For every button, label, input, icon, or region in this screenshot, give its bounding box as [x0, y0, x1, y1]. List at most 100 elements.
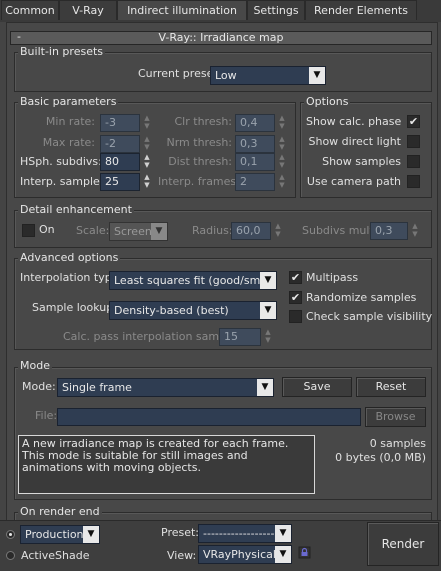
save-button[interactable]: Save — [282, 377, 352, 397]
radius-label: Radius: — [192, 224, 233, 237]
min-rate-field[interactable]: -3 — [100, 114, 140, 132]
subdivs-mult-spinner-icon[interactable]: ▲ ▼ — [410, 222, 420, 240]
detail-enhancement-heading: Detail enhancement — [18, 203, 134, 216]
on-render-end-heading: On render end — [18, 505, 102, 518]
check-sample-visibility-checkbox[interactable] — [289, 310, 302, 323]
render-button[interactable]: Render — [367, 522, 439, 566]
tab-common[interactable]: Common — [1, 0, 59, 20]
file-path-field[interactable] — [57, 408, 361, 426]
interp-samples-spinner-icon[interactable]: ▲ ▼ — [142, 173, 152, 191]
sample-count: 0 samples — [369, 437, 426, 450]
interp-frames-spinner-icon[interactable]: ▲ ▼ — [277, 173, 287, 191]
tab-render-elements[interactable]: Render Elements — [305, 0, 417, 20]
memory-size: 0 bytes (0,0 MB) — [335, 451, 426, 464]
basic-parameters-heading: Basic parameters — [18, 95, 119, 108]
chevron-down-icon[interactable]: ▼ — [260, 302, 276, 319]
interpolation-type-value: Least squares fit (good/smooth — [114, 274, 277, 287]
min-rate-spinner-icon[interactable]: ▲ ▼ — [142, 114, 152, 132]
interp-frames-field[interactable]: 2 — [235, 173, 275, 191]
dist-thresh-label: Dist thresh: — [168, 155, 232, 168]
calc-pass-label: Calc. pass interpolation samples: — [63, 330, 246, 343]
interp-samples-label: Interp. samples: — [20, 175, 110, 188]
check-sample-visibility-label: Check sample visibility — [306, 310, 433, 323]
randomize-samples-label: Randomize samples — [306, 291, 417, 304]
interpolation-type-label: Interpolation type: — [20, 271, 123, 284]
calc-pass-field[interactable]: 15 — [219, 328, 261, 346]
subdivs-mult-field[interactable]: 0,3 — [370, 222, 408, 240]
activeshade-radio[interactable] — [6, 551, 15, 560]
show-direct-light-checkbox[interactable] — [407, 135, 420, 148]
activeshade-label: ActiveShade — [21, 549, 90, 562]
mode-value: Single frame — [62, 381, 132, 394]
mode-heading: Mode — [18, 359, 52, 372]
view-dropdown[interactable]: VRayPhysicalC ▼ — [198, 545, 292, 564]
file-label: File: — [35, 409, 58, 422]
interp-samples-field[interactable]: 25 — [100, 173, 140, 191]
rollout-title-bar[interactable]: - V-Ray:: Irradiance map — [10, 30, 432, 45]
min-rate-label: Min rate: — [45, 115, 95, 128]
clr-thresh-spinner-icon[interactable]: ▲ ▼ — [277, 114, 287, 132]
hsph-subdivs-label: HSph. subdivs: — [20, 155, 102, 168]
show-calc-phase-checkbox[interactable]: ✔ — [407, 115, 420, 128]
lock-icon[interactable] — [297, 545, 312, 560]
scale-dropdown[interactable]: Screen ▼ — [109, 222, 168, 241]
preset-dropdown[interactable]: ----------------------- ▼ — [198, 524, 292, 543]
sample-lookup-dropdown[interactable]: Density-based (best) ▼ — [109, 301, 277, 320]
radius-spinner-icon[interactable]: ▲ ▼ — [273, 222, 283, 240]
chevron-down-icon[interactable]: ▼ — [260, 272, 276, 289]
chevron-down-icon[interactable]: ▼ — [257, 379, 273, 396]
sample-lookup-value: Density-based (best) — [114, 304, 229, 317]
current-preset-value: Low — [215, 69, 237, 82]
show-calc-phase-label: Show calc. phase — [306, 115, 402, 128]
interpolation-type-dropdown[interactable]: Least squares fit (good/smooth ▼ — [109, 271, 277, 290]
tab-settings[interactable]: Settings — [247, 0, 305, 20]
chevron-down-icon[interactable]: ▼ — [275, 546, 291, 563]
nrm-thresh-spinner-icon[interactable]: ▲ ▼ — [277, 135, 287, 153]
use-camera-path-label: Use camera path — [306, 175, 401, 188]
sample-lookup-label: Sample lookup: — [32, 301, 117, 314]
tab-bar: Common V-Ray Indirect illumination Setti… — [0, 0, 441, 22]
clr-thresh-label: Clr thresh: — [174, 115, 233, 128]
current-preset-label: Current preset: — [138, 67, 222, 80]
nrm-thresh-label: Nrm thresh: — [166, 136, 232, 149]
tab-indirect-illumination[interactable]: Indirect illumination — [117, 0, 247, 20]
mode-description: A new irradiance map is created for each… — [18, 435, 315, 494]
detail-on-checkbox[interactable] — [22, 224, 35, 237]
radius-field[interactable]: 60,0 — [231, 222, 271, 240]
tab-vray[interactable]: V-Ray — [59, 0, 117, 20]
mode-dropdown[interactable]: Single frame ▼ — [57, 378, 274, 397]
chevron-down-icon[interactable]: ▼ — [275, 525, 291, 542]
production-dropdown[interactable]: Production ▼ — [20, 525, 100, 544]
randomize-samples-checkbox[interactable]: ✔ — [289, 291, 302, 304]
multipass-checkbox[interactable]: ✔ — [289, 271, 302, 284]
dist-thresh-field[interactable]: 0,1 — [235, 153, 275, 171]
reset-button[interactable]: Reset — [356, 377, 426, 397]
nrm-thresh-field[interactable]: 0,3 — [235, 135, 275, 153]
max-rate-field[interactable]: -2 — [100, 135, 140, 153]
hsph-subdivs-spinner-icon[interactable]: ▲ ▼ — [142, 153, 152, 171]
options-heading: Options — [304, 95, 351, 108]
max-rate-spinner-icon[interactable]: ▲ ▼ — [142, 135, 152, 153]
scale-label: Scale: — [76, 224, 110, 237]
hsph-subdivs-field[interactable]: 80 — [100, 153, 140, 171]
production-radio[interactable] — [6, 530, 15, 539]
show-direct-light-label: Show direct light — [308, 135, 401, 148]
show-samples-checkbox[interactable] — [407, 155, 420, 168]
use-camera-path-checkbox[interactable] — [407, 175, 420, 188]
built-in-presets-heading: Built-in presets — [18, 45, 106, 58]
production-value: Production — [25, 528, 84, 541]
browse-button[interactable]: Browse — [365, 407, 426, 427]
advanced-options-heading: Advanced options — [18, 251, 121, 264]
rollout-title: V-Ray:: Irradiance map — [158, 31, 284, 44]
current-preset-dropdown[interactable]: Low ▼ — [210, 66, 326, 85]
view-label: View: — [167, 549, 197, 562]
calc-pass-spinner-icon[interactable]: ▲ ▼ — [263, 328, 273, 346]
preset-label: Preset: — [161, 526, 200, 539]
chevron-down-icon[interactable]: ▼ — [309, 67, 325, 84]
detail-on-label: On — [39, 223, 55, 236]
clr-thresh-field[interactable]: 0,4 — [235, 114, 275, 132]
chevron-down-icon[interactable]: ▼ — [83, 526, 99, 543]
show-samples-label: Show samples — [322, 155, 401, 168]
dist-thresh-spinner-icon[interactable]: ▲ ▼ — [277, 153, 287, 171]
chevron-down-icon[interactable]: ▼ — [151, 223, 167, 240]
